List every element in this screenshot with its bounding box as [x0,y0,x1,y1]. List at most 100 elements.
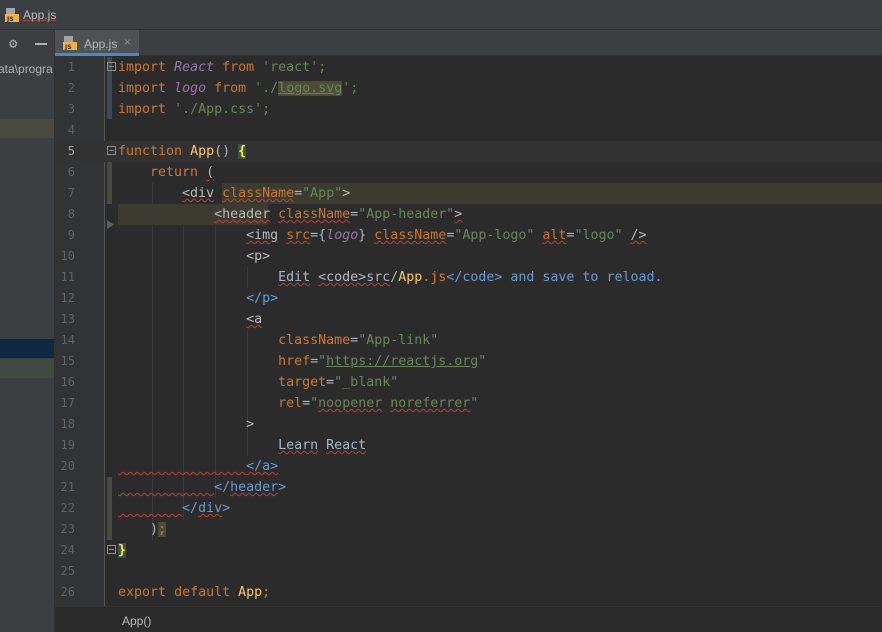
editor-tab-bar: JS App.js × [55,30,882,56]
code-line-21[interactable]: </header> [118,477,286,498]
line-number[interactable]: 8 [55,204,75,225]
jsx-tag: </p> [246,291,279,306]
jsx-attribute: className [374,228,447,243]
breadcrumb: App() [55,606,882,632]
code-line-15[interactable]: href="https://reactjs.org" [118,351,486,372]
code-line-11[interactable]: Edit <code>src/App.js</code> and save to… [118,267,662,288]
breadcrumb-item[interactable]: App() [122,614,151,628]
code-line-22[interactable]: </div> [118,498,230,519]
line-number[interactable]: 21 [55,477,75,498]
string: '; [342,81,359,96]
line-number[interactable]: 20 [55,456,75,477]
line-number[interactable]: 4 [55,120,75,141]
jsx-attribute: alt [542,228,567,243]
function-name: App [190,144,215,159]
line-number[interactable]: 25 [55,561,75,582]
line-number[interactable]: 7 [55,183,75,204]
jsx-text: Edit [278,270,311,285]
code-line-19[interactable]: Learn React [118,435,366,456]
close-icon[interactable]: × [124,35,131,49]
code-line-18[interactable]: > [118,414,254,435]
fold-icon[interactable] [107,146,116,155]
line-number[interactable]: 18 [55,414,75,435]
jsx-tag: </ [182,501,199,516]
title-bar: JS App.js [0,0,882,30]
js-file-icon: JS [5,8,19,22]
code-line-16[interactable]: target="_blank" [118,372,398,393]
line-number[interactable]: 13 [55,309,75,330]
line-number[interactable]: 26 [55,582,75,603]
fold-icon[interactable] [107,545,116,554]
url-link[interactable]: https://reactjs.org [326,354,478,369]
string: './App.css'; [174,102,271,117]
file-reference[interactable]: logo.svg [278,81,343,96]
panel-highlight-row [0,359,54,378]
line-number-current[interactable]: 5 [55,141,75,162]
keyword: from [222,60,255,75]
code-line-8[interactable]: <header className="App-header"> [118,204,462,225]
line-number[interactable]: 17 [55,393,75,414]
line-number[interactable]: 6 [55,162,75,183]
line-number[interactable]: 19 [55,435,75,456]
tab-app-js[interactable]: JS App.js × [55,30,139,56]
code-line-1[interactable]: import React from 'react'; [118,57,326,78]
code-line-23[interactable]: ); [118,519,167,540]
fold-icon[interactable] [107,62,116,71]
line-number[interactable]: 24 [55,540,75,561]
code-line-20[interactable]: </a> [118,456,278,477]
line-number[interactable]: 2 [55,78,75,99]
collapse-icon[interactable] [35,43,47,45]
line-number[interactable]: 22 [55,498,75,519]
code-line-6[interactable]: return ( [118,162,214,183]
code-line-26[interactable]: export default App; [118,582,270,603]
jsx-tag: </ [214,480,231,495]
code-line-13[interactable]: <a [118,309,262,330]
tab-label: App.js [84,37,118,51]
jsx-tag: <header [214,207,271,222]
code-line-2[interactable]: import logo from './logo.svg'; [118,78,358,99]
string: "App-header" [358,207,455,222]
jsx-text: and save to reload. [510,270,663,285]
punctuation: /> [630,228,647,243]
breakpoint-arrow-icon[interactable] [107,220,114,229]
string: " [310,396,319,411]
line-number[interactable]: 14 [55,330,75,351]
line-number[interactable]: 11 [55,267,75,288]
code-line-3[interactable]: import './App.css'; [118,99,270,120]
js-file-icon: JS [63,36,77,50]
line-number[interactable]: 10 [55,246,75,267]
code-editor[interactable]: 1 2 3 4 5 6 7 8 9 10 11 12 13 14 15 16 1… [55,56,882,606]
line-number[interactable]: 12 [55,288,75,309]
code-line-5[interactable]: function App() { [118,141,247,162]
project-panel[interactable]: ⚙ ata\progra [0,30,55,632]
code-line-10[interactable]: <p> [118,246,270,267]
project-path[interactable]: ata\progra [0,62,53,76]
code-line-12[interactable]: </p> [118,288,278,309]
window-title[interactable]: App.js [23,8,56,22]
jsx-attribute: rel [278,396,303,411]
code-line-7[interactable]: <div className="App"> [118,183,350,204]
jsx-tag: > [246,417,255,432]
code-line-17[interactable]: rel="noopener noreferrer" [118,393,478,414]
line-number[interactable]: 3 [55,99,75,120]
code-line-14[interactable]: className="App-link" [118,330,438,351]
jsx-attribute: className [278,333,351,348]
line-number[interactable]: 16 [55,372,75,393]
keyword: export [118,585,167,600]
punctuation: = [310,354,319,369]
code-line-24[interactable]: } [118,540,127,561]
line-number[interactable]: 15 [55,351,75,372]
line-number[interactable]: 23 [55,519,75,540]
identifier: logo [174,81,207,96]
line-number[interactable]: 1 [55,57,75,78]
code-line-9[interactable]: <img src={logo} className="App-logo" alt… [118,225,647,246]
jsx-text: App [398,270,423,285]
line-number[interactable]: 9 [55,225,75,246]
panel-selected-row[interactable] [0,339,54,358]
string: noopener [318,396,383,411]
punctuation: = [294,186,303,201]
function-name: App [238,585,263,600]
punctuation: ; [158,522,167,537]
string: "App-logo" [454,228,535,243]
gear-icon[interactable]: ⚙ [9,36,17,52]
